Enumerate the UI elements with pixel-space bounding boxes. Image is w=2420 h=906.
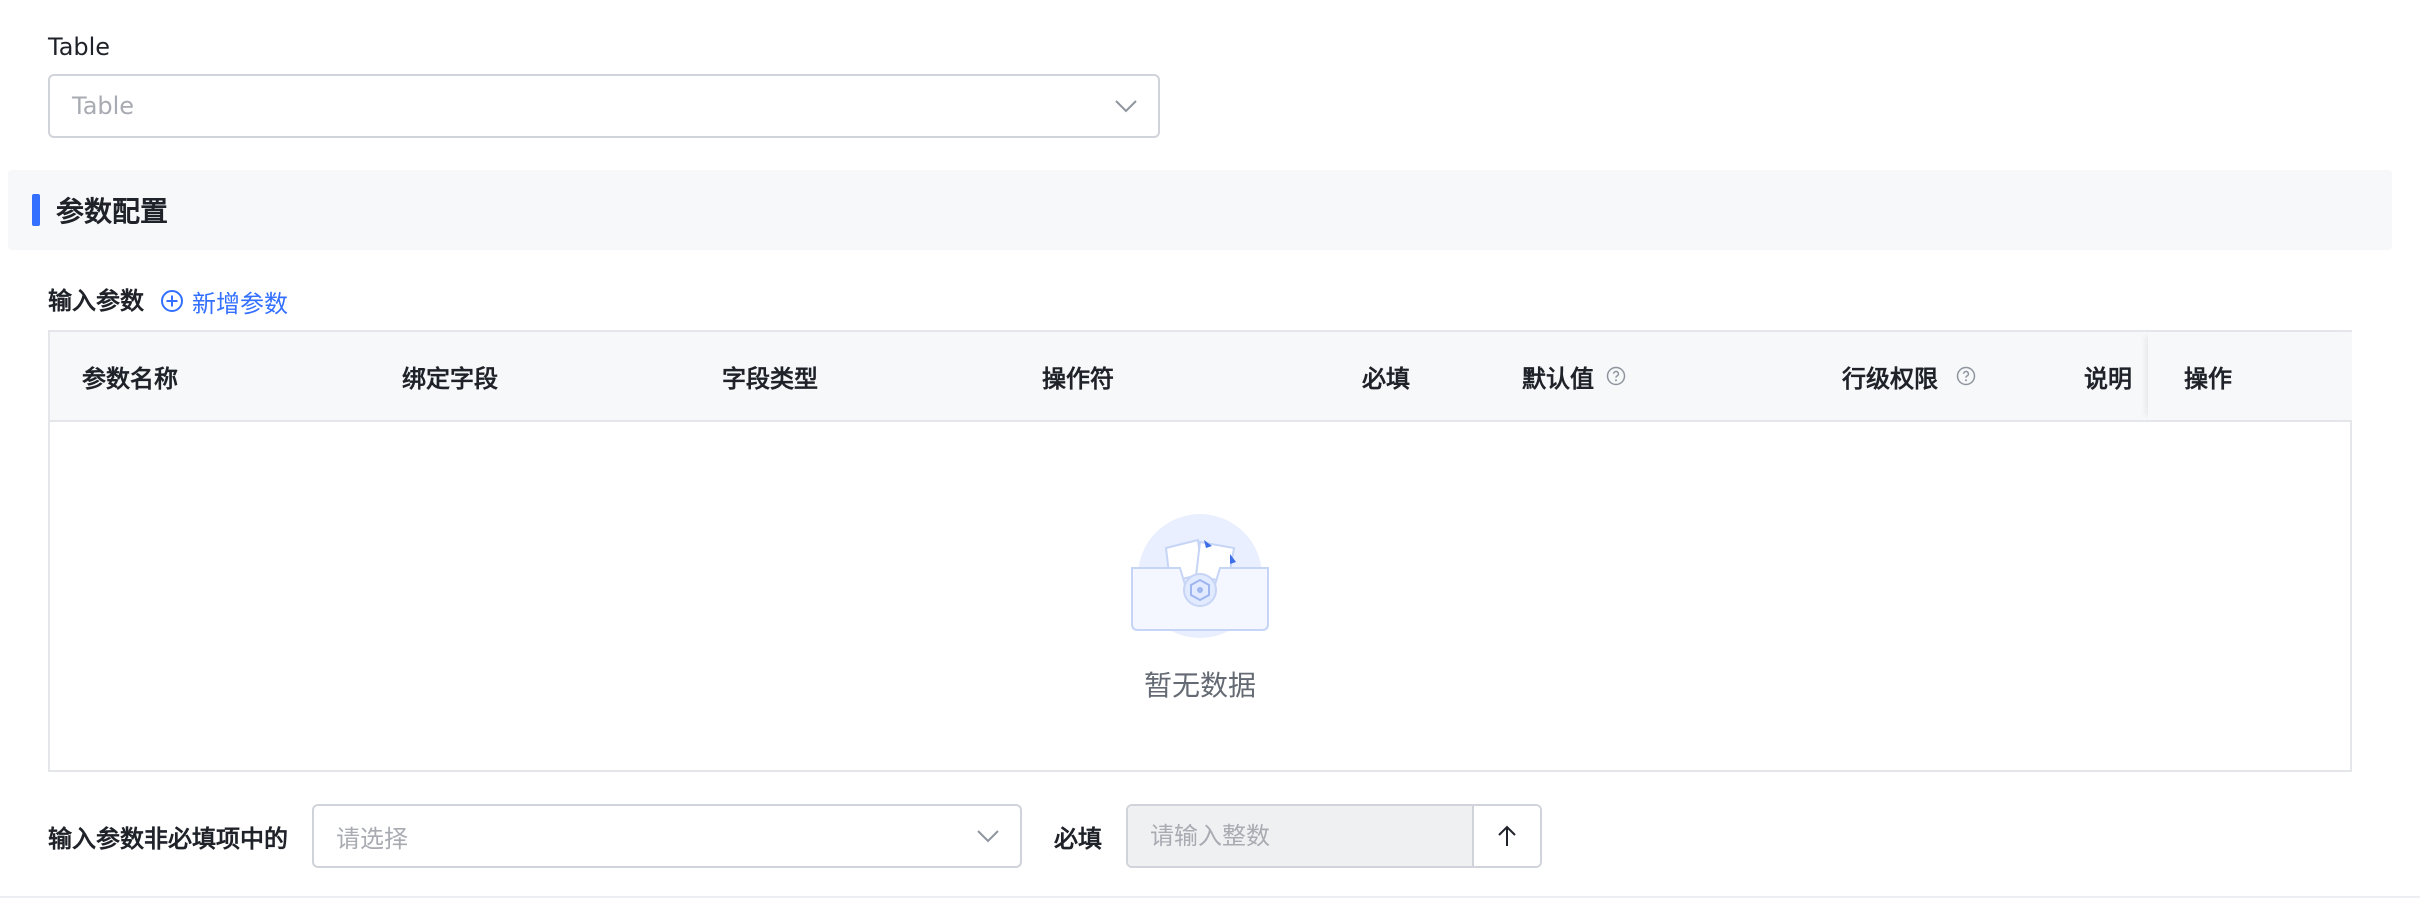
col-label: 必填 <box>1362 364 1410 393</box>
table-select[interactable]: Table <box>48 74 1160 138</box>
chevron-down-icon <box>1115 100 1137 113</box>
col-row-permission: 行级权限 <box>1842 332 1976 420</box>
col-description: 说明 <box>2084 332 2132 420</box>
empty-state: 暂无数据 <box>50 512 2350 704</box>
arrow-up-icon <box>1498 825 1516 846</box>
col-label: 参数名称 <box>82 364 178 393</box>
required-label: 必填 <box>1054 824 1102 853</box>
step-up-button[interactable] <box>1472 806 1540 866</box>
optional-params-label: 输入参数非必填项中的 <box>48 824 288 853</box>
input-params-label: 输入参数 <box>48 287 144 315</box>
col-label: 操作 <box>2184 364 2232 393</box>
optional-params-select[interactable]: 请选择 <box>312 804 1022 868</box>
col-label: 行级权限 <box>1842 364 1938 393</box>
optional-select-placeholder: 请选择 <box>336 824 408 853</box>
col-bind-field: 绑定字段 <box>402 332 498 420</box>
col-actions: 操作 <box>2184 332 2232 420</box>
col-param-name: 参数名称 <box>82 332 178 420</box>
col-label: 绑定字段 <box>402 364 498 393</box>
col-default-value: 默认值 <box>1522 332 1626 420</box>
table-field-label: Table <box>48 33 111 61</box>
section-header: 参数配置 <box>8 170 2392 250</box>
bottom-divider <box>0 896 2420 898</box>
fixed-column-bg <box>2148 332 2352 420</box>
table-select-placeholder: Table <box>72 92 135 120</box>
col-operator: 操作符 <box>1042 332 1114 420</box>
col-label: 说明 <box>2084 364 2132 393</box>
col-field-type: 字段类型 <box>722 332 818 420</box>
empty-inbox-icon <box>1131 514 1269 638</box>
params-table: 参数名称 绑定字段 字段类型 操作符 必填 默认值 行级权限 说明 操作 暂无数… <box>48 330 2352 772</box>
chevron-down-icon <box>977 830 999 843</box>
help-circle-icon[interactable] <box>1606 366 1626 386</box>
integer-input[interactable] <box>1128 806 1472 866</box>
empty-text: 暂无数据 <box>1143 669 1256 702</box>
plus-circle-icon <box>161 290 183 312</box>
add-param-label: 新增参数 <box>192 289 288 318</box>
col-required: 必填 <box>1362 332 1410 420</box>
col-label: 操作符 <box>1042 364 1114 393</box>
integer-input-group <box>1126 804 1542 868</box>
section-accent-bar <box>32 194 40 226</box>
col-label: 字段类型 <box>722 364 818 393</box>
add-param-button[interactable]: 新增参数 <box>160 282 288 320</box>
section-title: 参数配置 <box>56 195 169 228</box>
help-circle-icon[interactable] <box>1956 366 1976 386</box>
table-header: 参数名称 绑定字段 字段类型 操作符 必填 默认值 行级权限 说明 操作 <box>50 332 2352 422</box>
col-label: 默认值 <box>1522 364 1594 393</box>
